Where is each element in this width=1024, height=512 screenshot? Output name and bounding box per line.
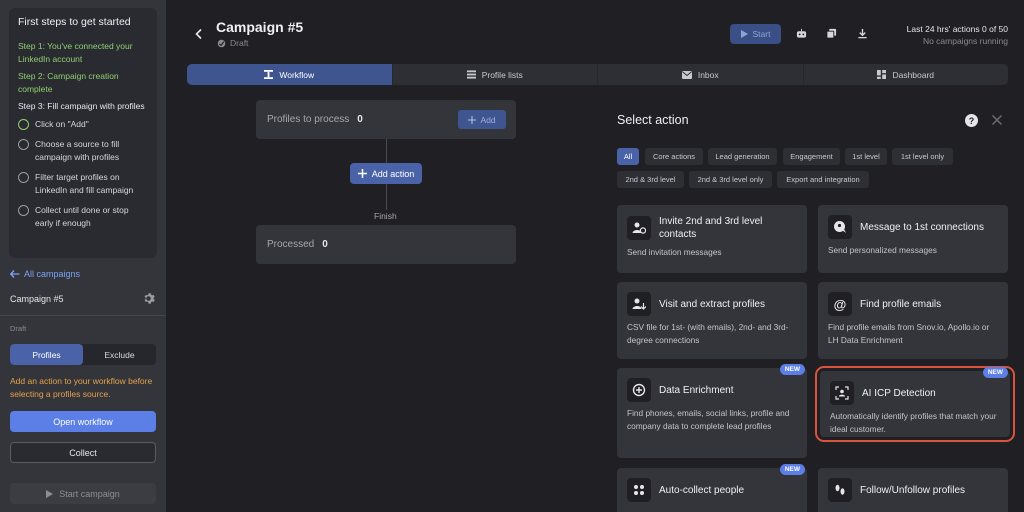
- open-workflow-button[interactable]: Open workflow: [10, 411, 156, 432]
- add-action-button[interactable]: Add action: [350, 163, 422, 184]
- chevron-left-icon[interactable]: [193, 28, 205, 40]
- tab-inbox[interactable]: Inbox: [598, 64, 804, 85]
- invite-icon: [627, 216, 651, 240]
- step-2: Step 2: Campaign creation complete: [18, 71, 119, 94]
- campaign-status: Draft: [10, 324, 27, 333]
- filter-engagement[interactable]: Engagement: [783, 148, 840, 165]
- action-card-visit-extract[interactable]: Visit and extract profiles CSV file for …: [617, 282, 807, 359]
- new-badge: NEW: [982, 367, 1008, 378]
- actions-info: Last 24 hrs' actions 0 of 50 No campaign…: [907, 24, 1008, 46]
- circle-icon: [18, 172, 29, 183]
- mail-icon: [681, 70, 692, 79]
- new-badge: NEW: [779, 364, 805, 375]
- main-tabs: Workflow Profile lists Inbox Dashboard: [187, 64, 1008, 85]
- ai-icon: [830, 381, 854, 405]
- plus-icon: [468, 115, 477, 124]
- warning-text: Add an action to your workflow before se…: [10, 376, 153, 399]
- arrow-left-icon: [10, 270, 20, 278]
- filter-core-actions[interactable]: Core actions: [645, 148, 703, 165]
- connector-line: [386, 184, 387, 210]
- divider: [0, 315, 166, 316]
- robot-icon[interactable]: [796, 28, 807, 39]
- circle-icon: [18, 205, 29, 216]
- filter-export-integration[interactable]: Export and integration: [777, 171, 869, 188]
- list-icon: [466, 70, 476, 79]
- filter-lead-generation[interactable]: Lead generation: [708, 148, 777, 165]
- tab-profiles[interactable]: Profiles: [10, 344, 83, 365]
- gear-icon[interactable]: [142, 292, 155, 305]
- add-button[interactable]: Add: [458, 110, 506, 129]
- action-card-find-emails[interactable]: @ Find profile emails Find profile email…: [818, 282, 1008, 359]
- sub-step-choose-source: Choose a source to fill campaign with pr…: [18, 138, 148, 163]
- steps-title: First steps to get started: [18, 16, 131, 28]
- processed-node: Processed 0: [256, 225, 516, 264]
- close-icon[interactable]: [991, 114, 1003, 126]
- dashboard-icon: [877, 70, 887, 79]
- profiles-exclude-toggle: Profiles Exclude: [10, 344, 156, 365]
- tab-dashboard[interactable]: Dashboard: [804, 64, 1009, 85]
- select-action-title: Select action: [617, 113, 689, 127]
- action-card-follow-unfollow[interactable]: Follow/Unfollow profiles: [818, 468, 1008, 512]
- page-subtitle: Draft: [217, 38, 248, 48]
- action-card-ai-icp[interactable]: NEW AI ICP Detection Automatically ident…: [815, 366, 1015, 442]
- action-card-invite[interactable]: Invite 2nd and 3rd level contacts Send i…: [617, 205, 807, 273]
- all-campaigns-link[interactable]: All campaigns: [10, 269, 80, 279]
- connector-line: [386, 139, 387, 163]
- step-1: Step 1: You've connected your LinkedIn a…: [18, 41, 133, 64]
- filter-all[interactable]: All: [617, 148, 639, 165]
- tab-exclude[interactable]: Exclude: [83, 344, 156, 365]
- play-icon: [46, 489, 54, 498]
- campaigns-running: No campaigns running: [922, 36, 1008, 46]
- copy-icon[interactable]: [826, 28, 837, 39]
- circle-icon: [18, 139, 29, 150]
- collect-button[interactable]: Collect: [10, 442, 156, 463]
- filter-1st-level[interactable]: 1st level: [845, 148, 887, 165]
- sub-step-filter: Filter target profiles on LinkedIn and f…: [18, 171, 148, 196]
- sub-step-collect: Collect until done or stop early if enou…: [18, 204, 148, 229]
- action-card-message[interactable]: Message to 1st connections Send personal…: [818, 205, 1008, 273]
- enrich-icon: [627, 378, 651, 402]
- filter-2nd-3rd-level-only[interactable]: 2nd & 3rd level only: [689, 171, 772, 188]
- filter-1st-level-only[interactable]: 1st level only: [892, 148, 953, 165]
- circle-icon: [18, 118, 29, 130]
- start-button[interactable]: Start: [730, 24, 781, 44]
- action-card-auto-collect[interactable]: NEW Auto-collect people: [617, 464, 807, 512]
- action-card-data-enrichment[interactable]: NEW Data Enrichment Find phones, emails,…: [617, 364, 807, 458]
- campaign-name: Campaign #5: [10, 294, 64, 304]
- tab-workflow[interactable]: Workflow: [187, 64, 393, 85]
- finish-label: Finish: [374, 211, 397, 221]
- status-icon: [217, 39, 226, 47]
- people-icon: [627, 478, 651, 502]
- tab-profile-lists[interactable]: Profile lists: [393, 64, 598, 85]
- visit-icon: [627, 292, 651, 316]
- help-icon[interactable]: ?: [965, 114, 978, 127]
- play-icon: [740, 30, 748, 38]
- getting-started-card: First steps to get started Step 1: You'v…: [9, 8, 157, 258]
- download-icon[interactable]: [857, 28, 868, 39]
- sidebar: First steps to get started Step 1: You'v…: [0, 0, 166, 512]
- follow-icon: [828, 478, 852, 502]
- page-title: Campaign #5: [216, 19, 304, 35]
- at-icon: @: [828, 292, 852, 316]
- profiles-to-process-node: Profiles to process 0 Add: [256, 100, 516, 139]
- workflow-icon: [264, 70, 274, 79]
- plus-icon: [357, 169, 367, 178]
- sub-step-click-add: Click on "Add": [18, 118, 148, 131]
- filter-2nd-3rd-level[interactable]: 2nd & 3rd level: [617, 171, 684, 188]
- start-campaign-button[interactable]: Start campaign: [10, 483, 156, 504]
- step-3: Step 3: Fill campaign with profiles: [18, 101, 145, 111]
- message-icon: [828, 215, 852, 239]
- actions-count: Last 24 hrs' actions 0 of 50: [906, 24, 1008, 34]
- new-badge: NEW: [779, 464, 805, 475]
